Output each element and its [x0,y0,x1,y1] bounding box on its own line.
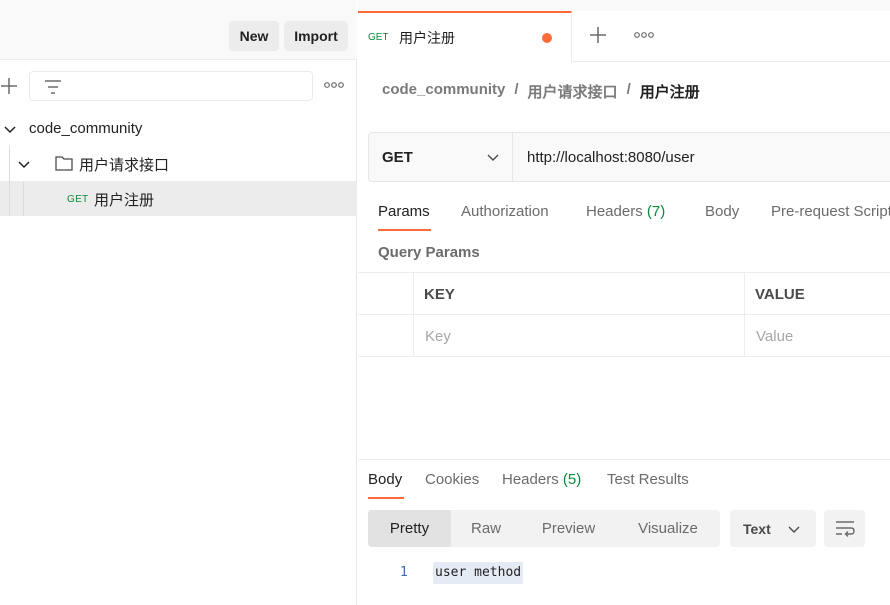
url-bar: GET http://localhost:8080/user [368,132,890,182]
tab-headers[interactable]: Headers (7) [586,203,665,220]
indent-guide [9,146,10,181]
view-preview-button[interactable]: Preview [521,510,616,547]
method-label: GET [382,149,413,166]
tree-item-request[interactable]: GET 用户注册 [0,181,357,216]
url-input[interactable]: http://localhost:8080/user [527,149,695,166]
table-divider [413,273,414,357]
response-tab-headers[interactable]: Headers (5) [502,471,581,488]
query-params-title: Query Params [378,244,480,261]
breadcrumb-separator: / [514,81,519,98]
method-dropdown[interactable]: GET [369,133,513,181]
line-number: 1 [400,565,408,580]
request-method-badge: GET [67,194,89,205]
table-header-row: KEY VALUE [358,273,890,315]
active-tab-underline [368,497,404,499]
add-collection-icon[interactable] [0,77,18,95]
tab-bar: GET 用户注册 [358,0,890,63]
chevron-down-icon[interactable] [18,158,30,170]
chevron-down-icon [788,526,800,533]
filter-icon [45,80,61,94]
breadcrumb-collection[interactable]: code_community [382,81,505,102]
active-tab-underline [378,229,431,231]
response-body-text[interactable]: user method [433,562,524,584]
folder-icon [55,156,73,171]
response-view-toggle: Pretty Raw Preview Visualize [368,510,720,547]
breadcrumb: code_community / 用户请求接口 / 用户注册 [382,81,700,102]
response-headers-count: (5) [562,471,582,488]
sidebar-top-strip [0,0,357,11]
headers-count: (7) [646,203,666,220]
tree-item-collection[interactable]: code_community [0,111,357,146]
folder-name: 用户请求接口 [79,157,170,174]
tab-title: 用户注册 [399,30,455,46]
chevron-down-icon [487,154,499,161]
sidebar-actions-bar: New Import [0,11,357,60]
response-body-line: 1 user method [358,560,890,586]
response-tab-test-results[interactable]: Test Results [607,471,689,488]
tab-body[interactable]: Body [705,203,739,220]
view-raw-button[interactable]: Raw [451,510,521,547]
tab-bar-top-strip [358,0,890,11]
table-row: Key Value [358,315,890,357]
tree-item-folder[interactable]: 用户请求接口 [0,146,357,181]
main-panel: GET 用户注册 code_community / 用户请求接口 / 用户注册 … [358,0,890,605]
key-input[interactable]: Key [425,328,451,345]
breadcrumb-request[interactable]: 用户注册 [640,81,700,102]
format-dropdown[interactable]: Text [730,510,816,547]
chevron-down-icon[interactable] [4,123,16,135]
new-button[interactable]: New [229,21,279,51]
tab-params[interactable]: Params [378,203,430,220]
more-options-icon[interactable] [324,81,344,89]
sidebar-search-row [0,61,357,111]
wrap-lines-icon [836,521,855,537]
response-tabs: Body Cookies Headers (5) Test Results [368,470,888,502]
indent-guide [9,181,10,216]
value-column-header: VALUE [755,286,805,303]
filter-input[interactable] [29,71,313,101]
view-pretty-button[interactable]: Pretty [368,510,451,547]
indent-guide [23,181,24,216]
value-input[interactable]: Value [756,328,793,345]
collection-name: code_community [29,120,143,137]
tab-headers-label: Headers [586,203,643,220]
response-headers-label: Headers [502,471,559,488]
format-label: Text [743,521,771,537]
breadcrumb-folder[interactable]: 用户请求接口 [528,81,618,102]
query-params-table: KEY VALUE Key Value [358,272,890,357]
tab-method-badge: GET [368,32,389,43]
tab-more-icon[interactable] [634,31,654,39]
table-divider [744,273,745,357]
request-tabs: Params Authorization Headers (7) Body Pr… [378,200,890,234]
wrap-lines-button[interactable] [824,510,865,547]
response-divider[interactable] [358,459,890,460]
sidebar: New Import code_community 用户请求接口 GET 用户注… [0,0,357,605]
request-name: 用户注册 [94,192,155,209]
import-button[interactable]: Import [284,21,348,51]
unsaved-dot-icon[interactable] [542,33,552,43]
tab-request[interactable]: GET 用户注册 [358,11,572,63]
response-tab-body[interactable]: Body [368,471,402,488]
breadcrumb-separator: / [626,81,631,98]
key-column-header: KEY [424,286,455,303]
view-visualize-button[interactable]: Visualize [616,510,720,547]
tab-authorization[interactable]: Authorization [461,203,549,220]
response-tab-cookies[interactable]: Cookies [425,471,479,488]
tab-prerequest-script[interactable]: Pre-request Script [771,203,890,220]
new-tab-icon[interactable] [589,26,607,44]
